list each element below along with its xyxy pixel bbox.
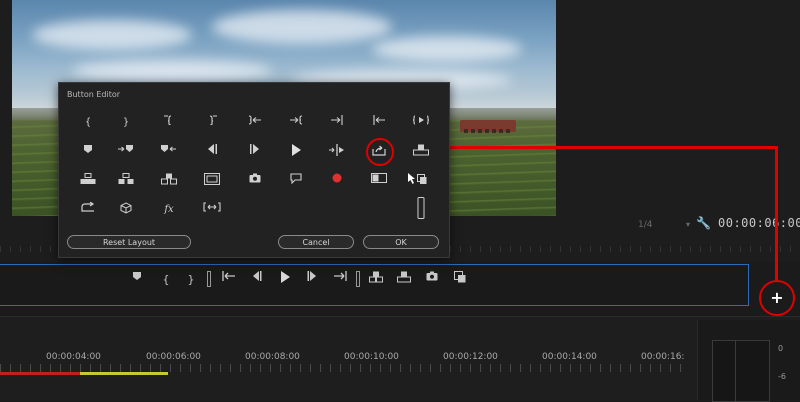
go-to-next-edit-icon[interactable] bbox=[325, 115, 349, 131]
step-forward-icon[interactable] bbox=[305, 271, 321, 289]
audio-meter bbox=[712, 340, 770, 402]
meter-label: -6 bbox=[778, 372, 786, 381]
cloud bbox=[372, 36, 522, 62]
go-to-out-icon[interactable] bbox=[332, 271, 348, 289]
separator bbox=[355, 271, 361, 289]
clear-out-icon[interactable] bbox=[200, 115, 224, 131]
playback-resolution-select[interactable]: 1/4 ▾ bbox=[634, 218, 692, 232]
meter-label: 0 bbox=[778, 344, 784, 353]
camera-icon[interactable] bbox=[243, 173, 267, 189]
cloud bbox=[212, 10, 392, 44]
wrench-icon[interactable]: 🔧 bbox=[696, 216, 711, 230]
dialog-title: Button Editor bbox=[67, 90, 121, 99]
vr-video-icon[interactable] bbox=[114, 202, 138, 218]
timeline-timecode: 00:00:14:00 bbox=[542, 352, 597, 362]
show-rulers-icon[interactable] bbox=[200, 202, 224, 218]
timeline-timecode: 00:00:16: bbox=[641, 352, 685, 362]
playback-resolution-value: 1/4 bbox=[638, 220, 653, 230]
comparison-view-icon[interactable] bbox=[405, 173, 429, 189]
button-editor-dialog: Button Editor { } fx Reset Layout Cancel… bbox=[58, 82, 450, 258]
playhead-bar-icon[interactable] bbox=[409, 197, 433, 223]
fx-icon[interactable]: fx bbox=[157, 202, 181, 218]
multi-camera-icon[interactable] bbox=[367, 173, 391, 189]
go-to-next-marker-icon[interactable] bbox=[114, 144, 138, 160]
insert-icon[interactable] bbox=[157, 173, 181, 189]
timeline-timecode: 00:00:08:00 bbox=[245, 352, 300, 362]
button-editor-highlight-circle: + bbox=[759, 280, 795, 316]
audio-meter-panel: 0 -6 bbox=[697, 320, 800, 402]
timeline-timecode: 00:00:06:00 bbox=[146, 352, 201, 362]
insert-icon[interactable] bbox=[368, 271, 384, 289]
mark-out-icon[interactable]: } bbox=[114, 115, 138, 131]
render-bar-yellow bbox=[80, 372, 168, 375]
clear-in-icon[interactable] bbox=[157, 115, 181, 131]
add-marker-icon[interactable] bbox=[130, 271, 144, 289]
step-back-icon[interactable] bbox=[248, 271, 264, 289]
cancel-button[interactable]: Cancel bbox=[278, 235, 354, 249]
camera-icon[interactable] bbox=[424, 271, 440, 289]
safe-margins-icon[interactable] bbox=[200, 173, 224, 189]
add-marker-icon[interactable] bbox=[76, 144, 100, 160]
highlight-circle bbox=[366, 138, 394, 166]
comment-icon[interactable] bbox=[284, 173, 308, 189]
go-to-previous-edit-icon[interactable] bbox=[367, 115, 391, 131]
go-to-previous-marker-icon[interactable] bbox=[157, 144, 181, 160]
mark-in-icon[interactable]: { bbox=[160, 271, 172, 289]
separator bbox=[206, 271, 212, 289]
comparison-view-icon[interactable] bbox=[452, 271, 468, 289]
farm-machine bbox=[460, 120, 516, 133]
ok-button[interactable]: OK bbox=[363, 235, 439, 249]
annotation-line-horizontal bbox=[396, 146, 778, 149]
cloud bbox=[32, 20, 192, 50]
extract-icon[interactable] bbox=[114, 173, 138, 189]
plus-icon[interactable]: + bbox=[769, 290, 785, 306]
trim-icon[interactable] bbox=[325, 144, 349, 160]
play-in-to-out-icon[interactable] bbox=[409, 115, 433, 131]
lift-icon[interactable] bbox=[76, 173, 100, 189]
monitor-background bbox=[556, 0, 800, 216]
annotation-line-vertical bbox=[775, 146, 778, 282]
timeline-timecode: 00:00:10:00 bbox=[344, 352, 399, 362]
transport-controls-bar: { } bbox=[0, 264, 749, 306]
overwrite-icon[interactable] bbox=[409, 144, 433, 160]
mark-in-icon[interactable]: { bbox=[76, 115, 100, 131]
monitor-controls: 1/4 ▾ 🔧 00:00:06:00 bbox=[620, 214, 800, 236]
go-to-in-icon[interactable] bbox=[243, 115, 267, 131]
mark-out-icon[interactable]: } bbox=[185, 271, 197, 289]
timeline-ruler[interactable] bbox=[0, 364, 690, 372]
play-icon[interactable] bbox=[277, 271, 293, 289]
timeline-timecode: 00:00:12:00 bbox=[443, 352, 498, 362]
go-to-out-icon[interactable] bbox=[284, 115, 308, 131]
duration-timecode: 00:00:06:00 bbox=[718, 216, 800, 230]
step-back-icon[interactable] bbox=[200, 144, 224, 160]
play-icon[interactable] bbox=[284, 144, 308, 160]
go-to-in-icon[interactable] bbox=[221, 271, 237, 289]
timeline-timecode: 00:00:04:00 bbox=[46, 352, 101, 362]
render-bar-red bbox=[0, 372, 80, 375]
step-forward-icon[interactable] bbox=[243, 144, 267, 160]
loop-icon[interactable] bbox=[76, 202, 100, 218]
overwrite-icon[interactable] bbox=[396, 271, 412, 289]
chevron-down-icon: ▾ bbox=[685, 220, 690, 229]
reset-layout-button[interactable]: Reset Layout bbox=[67, 235, 191, 249]
cloud bbox=[72, 60, 272, 82]
record-icon[interactable] bbox=[325, 173, 349, 189]
